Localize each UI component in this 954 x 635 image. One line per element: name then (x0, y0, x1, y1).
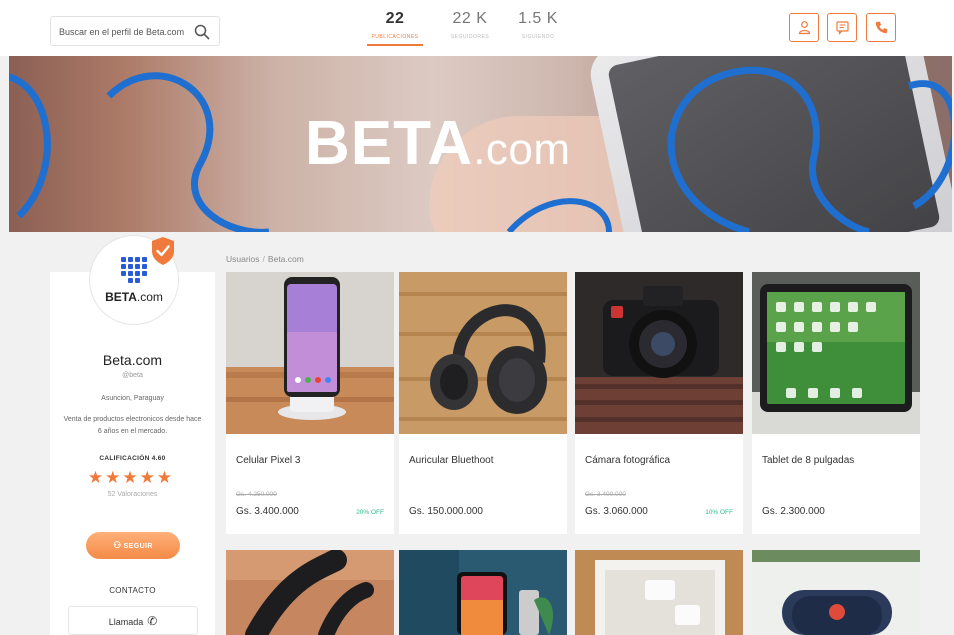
product-title[interactable]: Tablet de 8 pulgadas (762, 455, 854, 466)
product-image-tablet (752, 272, 920, 434)
product-title[interactable]: Celular Pixel 3 (236, 455, 300, 466)
star-icon: ★ (139, 468, 155, 487)
profile-name: Beta.com (102, 352, 163, 368)
star-icon: ★ (122, 468, 138, 487)
following-count: 1.5 K (518, 10, 558, 27)
breadcrumb-users-link[interactable]: Usuarios (226, 254, 260, 264)
breadcrumb: Usuarios / Beta.com (226, 254, 304, 264)
product-card[interactable]: Cámara fotográfica Gs. 3.400.000 Gs. 3.0… (575, 272, 743, 534)
phone-icon: ✆ (147, 613, 158, 628)
cover-banner: BETA.com (9, 56, 952, 232)
reviews-count: 52 Valoraciones (107, 491, 158, 498)
product-title[interactable]: Auricular Bluethoot (409, 455, 494, 466)
follow-button-label: SEGUIR (123, 543, 153, 550)
publications-label: PUBLICACIONES (371, 34, 419, 40)
rating-label: CALIFICACIÓN 4.60 (99, 455, 166, 462)
tab-publications[interactable]: 22 PUBLICACIONES (363, 10, 427, 46)
product-image-speaker (752, 550, 920, 635)
followers-count: 22 K (452, 10, 488, 27)
product-price: Gs. 3.060.000 (585, 506, 648, 517)
product-image-smartband (226, 550, 394, 635)
product-price: Gs. 3.400.000 (236, 506, 299, 517)
star-icon: ★ (156, 468, 173, 487)
breadcrumb-current: Beta.com (267, 254, 304, 264)
phone-button[interactable] (866, 13, 896, 42)
call-button[interactable]: Llamada ✆ (68, 606, 198, 635)
publications-count: 22 (385, 10, 405, 27)
top-bar: 22 PUBLICACIONES 22 K SEGUIDORES 1.5 K S… (0, 0, 954, 56)
follow-button[interactable]: ⚇ SEGUIR (86, 532, 180, 559)
discount-badge: 10% OFF (705, 509, 733, 516)
product-title[interactable]: Cámara fotográfica (585, 455, 670, 466)
product-image-camera (575, 272, 743, 434)
discount-badge: 20% OFF (356, 509, 384, 516)
user-plus-icon: ⚇ (113, 540, 122, 550)
product-card-partial[interactable] (226, 550, 394, 635)
product-price: Gs. 2.300.000 (762, 506, 825, 517)
avatar-logo-text: BETA.com (105, 290, 163, 304)
product-card[interactable]: Auricular Bluethoot Gs. 150.000.000 (399, 272, 567, 534)
following-label: SIGUIENDO (521, 34, 555, 40)
product-image-box (575, 550, 743, 635)
user-button[interactable] (789, 13, 819, 42)
user-icon (798, 21, 811, 35)
profile-stats: 22 PUBLICACIONES 22 K SEGUIDORES 1.5 K S… (360, 10, 570, 50)
product-card-partial[interactable] (752, 550, 920, 635)
product-card-partial[interactable] (399, 550, 567, 635)
followers-label: SEGUIDORES (450, 34, 490, 40)
tab-following[interactable]: 1.5 K SIGUIENDO (506, 10, 570, 40)
star-icon: ★ (87, 468, 104, 487)
search-icon[interactable] (194, 24, 210, 40)
tab-followers[interactable]: 22 K SEGUIDORES (438, 10, 502, 40)
product-card[interactable]: Tablet de 8 pulgadas Gs. 2.300.000 (752, 272, 920, 534)
call-button-label: Llamada (108, 616, 144, 627)
banner-brand-main: BETA (305, 109, 474, 178)
message-icon (836, 21, 849, 35)
profile-description: Venta de productos electronicos desde ha… (63, 416, 202, 435)
product-old-price: Gs. 4.250.000 (236, 491, 277, 498)
profile-handle: @beta (122, 372, 143, 379)
profile-sidebar (50, 272, 215, 635)
search-input[interactable] (59, 23, 184, 41)
star-icon: ★ (105, 468, 121, 487)
product-old-price: Gs. 3.400.000 (585, 491, 626, 498)
rating-stars: ★ ★ ★ ★ ★ (80, 469, 180, 487)
active-tab-indicator (367, 44, 423, 46)
product-image-headphones (399, 272, 567, 434)
product-card[interactable]: Celular Pixel 3 Gs. 4.250.000 Gs. 3.400.… (226, 272, 394, 534)
product-image-phone (226, 272, 394, 434)
product-card-partial[interactable] (575, 550, 743, 635)
contact-title: CONTACTO (109, 586, 156, 595)
verified-badge-icon (152, 237, 174, 265)
profile-page: 22 PUBLICACIONES 22 K SEGUIDORES 1.5 K S… (0, 0, 954, 635)
message-button[interactable] (827, 13, 857, 42)
product-image-smartphone (399, 550, 567, 635)
phone-icon (875, 21, 888, 34)
profile-location: Asuncion, Paraguay (101, 395, 164, 402)
banner-brand: BETA.com (305, 108, 571, 179)
banner-brand-suffix: .com (473, 125, 571, 174)
brand-logo-icon (121, 257, 147, 283)
search-box (50, 16, 220, 46)
product-price: Gs. 150.000.000 (409, 506, 483, 517)
